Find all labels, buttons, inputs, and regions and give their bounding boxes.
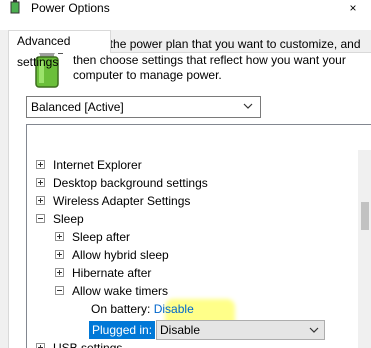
tree-item-label: Allow hybrid sleep [72,248,169,262]
chevron-down-icon [243,103,253,109]
expand-icon[interactable] [55,232,64,241]
chevron-down-icon [309,327,319,333]
description-text: Select the power plan that you want to c… [73,37,361,82]
power-options-icon [10,0,20,14]
collapse-icon[interactable] [36,214,45,223]
on-battery-setting: On battery: Disable [91,300,194,318]
scrollbar-thumb[interactable] [361,202,369,230]
expand-icon[interactable] [36,160,45,169]
tree-item-label: Hibernate after [72,266,152,280]
tree-item-label: Wireless Adapter Settings [53,194,191,208]
tree-item-label: Sleep [53,212,84,226]
close-icon: × [349,1,357,15]
expand-icon[interactable] [36,178,45,187]
tree-item-label: Allow wake timers [72,284,169,298]
tab-advanced-settings[interactable]: Advanced settings [8,30,111,69]
expand-icon[interactable] [36,196,45,205]
on-battery-label: On battery: [91,302,151,316]
plugged-in-label: Plugged in: [89,321,156,339]
tree-item-label: USB settings [53,341,123,348]
plugged-in-select[interactable]: Disable [156,320,325,340]
power-plan-value: Balanced [Active] [31,100,124,114]
tree-item-label: Desktop background settings [53,176,208,190]
tree-scrollbar[interactable] [358,150,371,348]
expand-icon[interactable] [55,250,64,259]
title-bar: Power Options × [0,0,371,18]
power-plan-select[interactable]: Balanced [Active] [26,96,261,118]
close-button[interactable]: × [335,0,371,18]
settings-tree: Internet Explorer Desktop background set… [26,124,371,348]
tree-item-label: Internet Explorer [53,158,142,172]
plugged-in-value: Disable [160,323,201,337]
window-title: Power Options [31,1,110,15]
expand-icon[interactable] [55,268,64,277]
tree-item-label: Sleep after [72,230,131,244]
collapse-icon[interactable] [55,286,64,295]
expand-icon[interactable] [36,343,45,348]
on-battery-value-link[interactable]: Disable [154,302,194,316]
